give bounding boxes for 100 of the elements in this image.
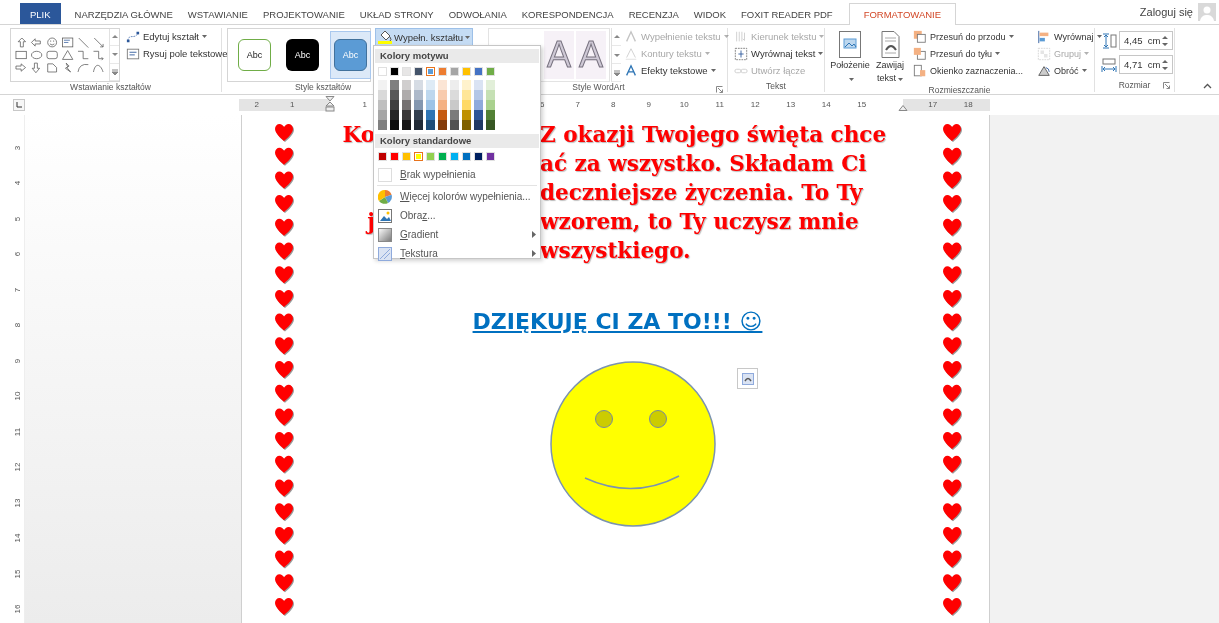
color-swatch[interactable]: [462, 120, 471, 130]
color-swatch[interactable]: [426, 67, 435, 76]
dialog-launcher-icon[interactable]: [716, 86, 723, 93]
wrap-text-button[interactable]: Zawijaj tekst: [873, 28, 907, 85]
color-swatch[interactable]: [438, 110, 447, 120]
left-indent-marker-icon[interactable]: [325, 96, 335, 112]
align-text-button[interactable]: Wyrównaj tekst: [732, 45, 827, 62]
ribbon-tab[interactable]: KORESPONDENCJA: [514, 3, 621, 25]
position-button[interactable]: Położenie: [829, 28, 871, 85]
color-swatch[interactable]: [450, 120, 459, 130]
ribbon-tab[interactable]: FOXIT READER PDF: [734, 3, 840, 25]
color-swatch[interactable]: [462, 100, 471, 110]
color-swatch[interactable]: [486, 110, 495, 120]
color-swatch[interactable]: [390, 90, 399, 100]
color-swatch[interactable]: [390, 120, 399, 130]
draw-text-box-button[interactable]: Rysuj pole tekstowe: [124, 45, 230, 62]
color-swatch[interactable]: [414, 120, 423, 130]
color-swatch[interactable]: [414, 100, 423, 110]
ribbon-tab[interactable]: WSTAWIANIE: [180, 3, 255, 25]
menu-item[interactable]: Obraz...: [375, 206, 539, 225]
ribbon-tab[interactable]: FORMATOWANIE: [848, 3, 957, 25]
menu-item[interactable]: Tekstura: [375, 244, 539, 263]
color-swatch[interactable]: [486, 80, 495, 90]
tab-selector-button[interactable]: [13, 99, 25, 111]
ribbon-tab[interactable]: ODWOŁANIA: [441, 3, 514, 25]
color-swatch[interactable]: [474, 120, 483, 130]
shape-style-swatch[interactable]: Abc: [286, 39, 319, 71]
height-field[interactable]: 4,45 cm: [1119, 31, 1173, 50]
edit-shape-button[interactable]: Edytuj kształt: [124, 28, 230, 45]
rotate-button[interactable]: Obróć: [1035, 62, 1104, 79]
ruler-number: 8: [611, 99, 616, 111]
menu-item[interactable]: Gradient: [375, 225, 539, 244]
color-swatch[interactable]: [402, 90, 411, 100]
file-tab[interactable]: PLIK: [20, 3, 61, 24]
shape-fill-button[interactable]: Wypełn. kształtu: [375, 28, 474, 46]
bring-forward-button[interactable]: Przesuń do przodu: [911, 28, 1026, 45]
color-swatch[interactable]: [414, 80, 423, 90]
ribbon-tab[interactable]: UKŁAD STRONY: [352, 3, 441, 25]
color-swatch[interactable]: [378, 80, 387, 90]
color-swatch[interactable]: [402, 110, 411, 120]
ribbon-tab[interactable]: RECENZJA: [621, 3, 686, 25]
color-swatch[interactable]: [414, 152, 423, 161]
color-swatch[interactable]: [426, 80, 435, 90]
send-backward-button[interactable]: Przesuń do tyłu: [911, 45, 1026, 62]
color-swatch[interactable]: [486, 100, 495, 110]
color-swatch[interactable]: [474, 80, 483, 90]
color-swatch[interactable]: [426, 110, 435, 120]
color-swatch[interactable]: [378, 120, 387, 130]
ruler-number: 14: [14, 533, 23, 543]
color-swatch[interactable]: [438, 80, 447, 90]
color-swatch[interactable]: [450, 110, 459, 120]
sign-in-link[interactable]: Zaloguj się: [1139, 6, 1193, 18]
empty-square-icon: [378, 167, 392, 182]
collapse-ribbon-button[interactable]: [1201, 81, 1213, 91]
menu-item[interactable]: Więcej kolorów wypełnienia...: [375, 187, 539, 206]
color-swatch[interactable]: [450, 90, 459, 100]
caret-icon: [1008, 35, 1014, 38]
color-swatch[interactable]: [414, 90, 423, 100]
color-swatch[interactable]: [462, 90, 471, 100]
color-swatch[interactable]: [462, 80, 471, 90]
color-swatch[interactable]: [426, 120, 435, 130]
selection-pane-button[interactable]: Okienko zaznaczenia...: [911, 62, 1026, 79]
color-swatch[interactable]: [378, 110, 387, 120]
color-swatch[interactable]: [378, 100, 387, 110]
color-swatch[interactable]: [438, 120, 447, 130]
layout-options-button[interactable]: [737, 368, 758, 389]
color-swatch[interactable]: [426, 90, 435, 100]
color-swatch[interactable]: [402, 80, 411, 90]
ruler-number: 10: [679, 99, 689, 111]
color-swatch[interactable]: [450, 80, 459, 90]
color-swatch[interactable]: [414, 110, 423, 120]
ribbon-tab[interactable]: PROJEKTOWANIE: [255, 3, 352, 25]
text-effects-button[interactable]: Efekty tekstowe: [622, 62, 731, 79]
color-swatch[interactable]: [438, 90, 447, 100]
color-swatch[interactable]: [426, 100, 435, 110]
shape-style-swatch[interactable]: Abc: [238, 39, 271, 71]
position-icon: [836, 30, 864, 59]
color-swatch[interactable]: [462, 110, 471, 120]
color-swatch[interactable]: [450, 100, 459, 110]
align-button[interactable]: Wyrównaj: [1035, 28, 1104, 45]
color-swatch[interactable]: [402, 120, 411, 130]
color-swatch[interactable]: [378, 90, 387, 100]
color-swatch[interactable]: [390, 110, 399, 120]
color-swatch[interactable]: [474, 90, 483, 100]
color-swatch[interactable]: [486, 120, 495, 130]
color-swatch[interactable]: [390, 80, 399, 90]
color-swatch[interactable]: [474, 110, 483, 120]
ribbon-tab[interactable]: WIDOK: [686, 3, 733, 25]
spinner-arrows-icon: [1162, 34, 1168, 47]
color-swatch[interactable]: [438, 100, 447, 110]
color-swatch[interactable]: [486, 90, 495, 100]
ribbon-tab[interactable]: NARZĘDZIA GŁÓWNE: [67, 3, 180, 25]
dialog-launcher-icon[interactable]: [1163, 82, 1170, 89]
color-swatch[interactable]: [390, 100, 399, 110]
ruler-number: 5: [14, 216, 23, 221]
menu-item[interactable]: Brak wypełnienia: [375, 165, 539, 184]
color-swatch[interactable]: [402, 100, 411, 110]
color-swatch[interactable]: [474, 100, 483, 110]
width-field[interactable]: 4,71 cm: [1119, 55, 1173, 74]
right-indent-marker-icon[interactable]: [898, 105, 908, 111]
